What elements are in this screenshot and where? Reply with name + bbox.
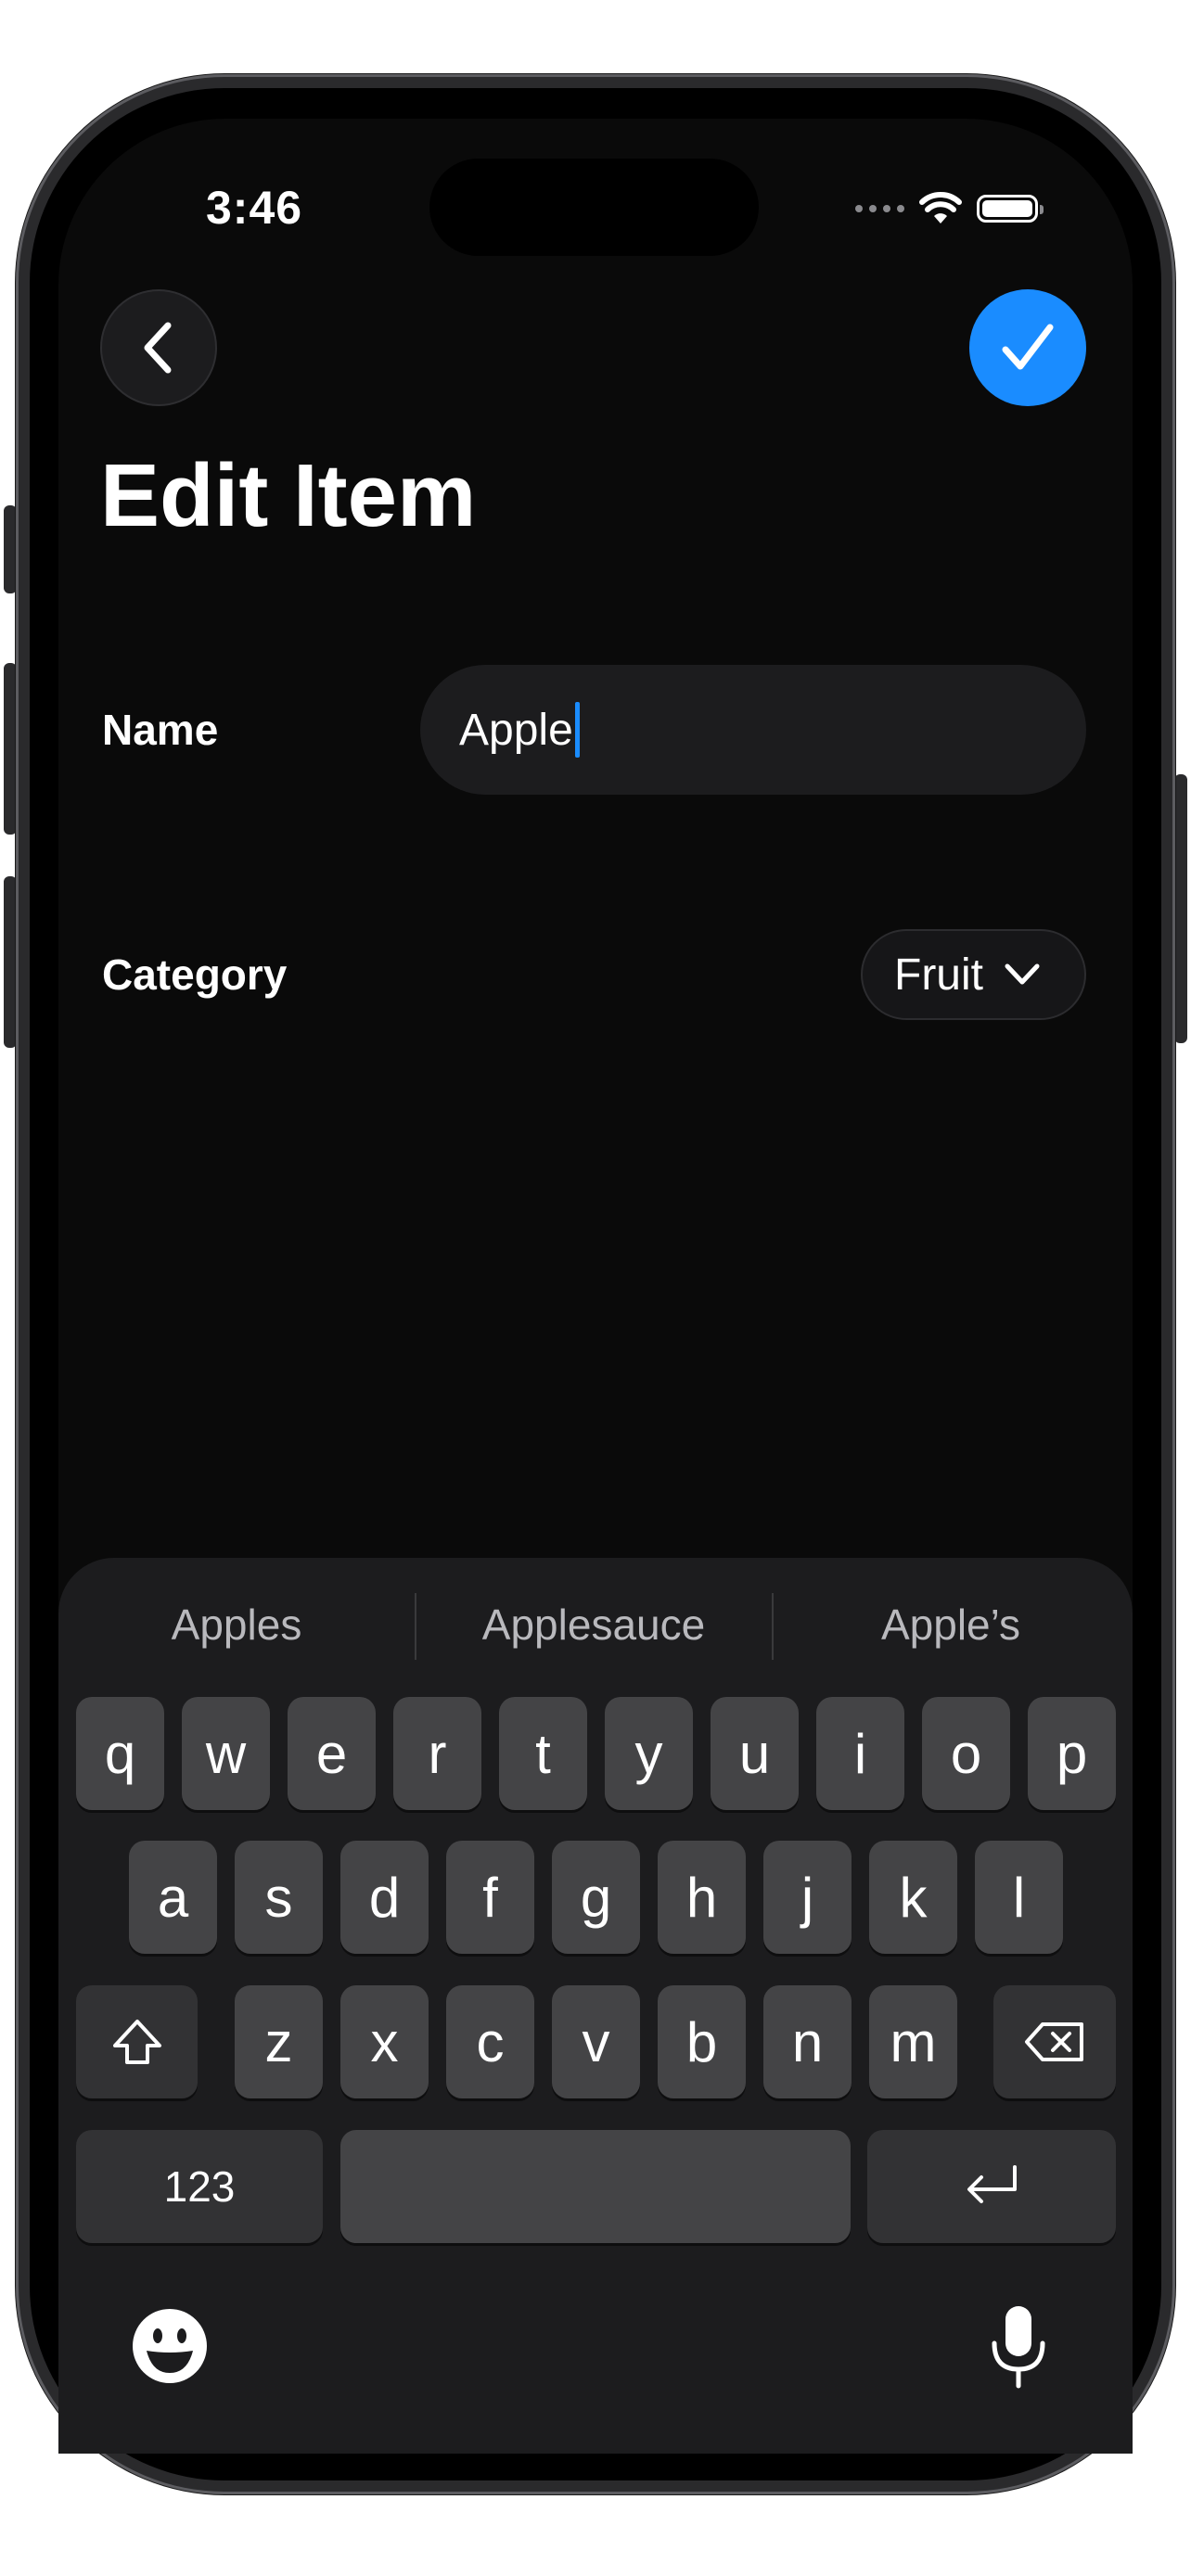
chevron-down-icon	[1005, 963, 1040, 985]
action-button	[4, 505, 17, 593]
suggestion-3[interactable]: Apple’s	[830, 1600, 1071, 1650]
delete-key[interactable]	[993, 1985, 1116, 2098]
key-u[interactable]: u	[711, 1697, 799, 1810]
power-button	[1174, 774, 1187, 1043]
done-button[interactable]	[969, 289, 1086, 406]
key-h[interactable]: h	[658, 1841, 746, 1954]
name-label: Name	[102, 706, 219, 754]
text-cursor	[574, 702, 580, 758]
key-d[interactable]: d	[340, 1841, 429, 1954]
space-key[interactable]	[340, 2130, 851, 2243]
emoji-button[interactable]	[130, 2306, 210, 2386]
key-b[interactable]: b	[658, 1985, 746, 2098]
key-k[interactable]: k	[869, 1841, 957, 1954]
suggestion-2[interactable]: Applesauce	[455, 1600, 733, 1650]
back-button[interactable]	[100, 289, 217, 406]
key-a[interactable]: a	[129, 1841, 217, 1954]
dictation-button[interactable]	[985, 2302, 1052, 2391]
category-label: Category	[102, 950, 288, 999]
key-j[interactable]: j	[763, 1841, 852, 1954]
key-c[interactable]: c	[446, 1985, 534, 2098]
key-g[interactable]: g	[552, 1841, 640, 1954]
key-x[interactable]: x	[340, 1985, 429, 2098]
numbers-key-label: 123	[163, 2162, 236, 2211]
chevron-left-icon	[144, 322, 172, 374]
numbers-key[interactable]: 123	[76, 2130, 323, 2243]
key-q[interactable]: q	[76, 1697, 164, 1810]
suggestion-divider	[772, 1593, 774, 1660]
key-v[interactable]: v	[552, 1985, 640, 2098]
checkmark-icon	[1002, 324, 1054, 370]
suggestion-divider	[415, 1593, 416, 1660]
key-i[interactable]: i	[816, 1697, 904, 1810]
key-f[interactable]: f	[446, 1841, 534, 1954]
name-value: Apple	[459, 705, 573, 755]
status-icons	[855, 185, 1044, 232]
key-m[interactable]: m	[869, 1985, 957, 2098]
dynamic-island	[429, 159, 759, 256]
key-r[interactable]: r	[393, 1697, 481, 1810]
status-time: 3:46	[206, 182, 303, 234]
key-l[interactable]: l	[975, 1841, 1063, 1954]
page-title: Edit Item	[100, 446, 477, 545]
volume-up-button	[4, 663, 17, 835]
key-t[interactable]: t	[499, 1697, 587, 1810]
key-w[interactable]: w	[182, 1697, 270, 1810]
return-icon	[967, 2165, 1017, 2203]
return-key[interactable]	[867, 2130, 1116, 2243]
key-n[interactable]: n	[763, 1985, 852, 2098]
cellular-icon	[855, 205, 904, 212]
battery-icon	[977, 195, 1044, 223]
key-o[interactable]: o	[922, 1697, 1010, 1810]
category-value: Fruit	[894, 950, 983, 1000]
name-field[interactable]: Apple	[420, 665, 1086, 795]
delete-icon	[1025, 2022, 1083, 2061]
key-y[interactable]: y	[605, 1697, 693, 1810]
key-e[interactable]: e	[288, 1697, 376, 1810]
suggestion-1[interactable]: Apples	[116, 1600, 357, 1650]
emoji-icon	[133, 2309, 207, 2383]
key-z[interactable]: z	[235, 1985, 323, 2098]
wifi-icon	[919, 192, 962, 223]
volume-down-button	[4, 876, 17, 1048]
shift-icon	[112, 2020, 161, 2064]
key-s[interactable]: s	[235, 1841, 323, 1954]
microphone-icon	[992, 2306, 1045, 2389]
shift-key[interactable]	[76, 1985, 198, 2098]
key-p[interactable]: p	[1028, 1697, 1116, 1810]
category-picker[interactable]: Fruit	[861, 929, 1086, 1020]
